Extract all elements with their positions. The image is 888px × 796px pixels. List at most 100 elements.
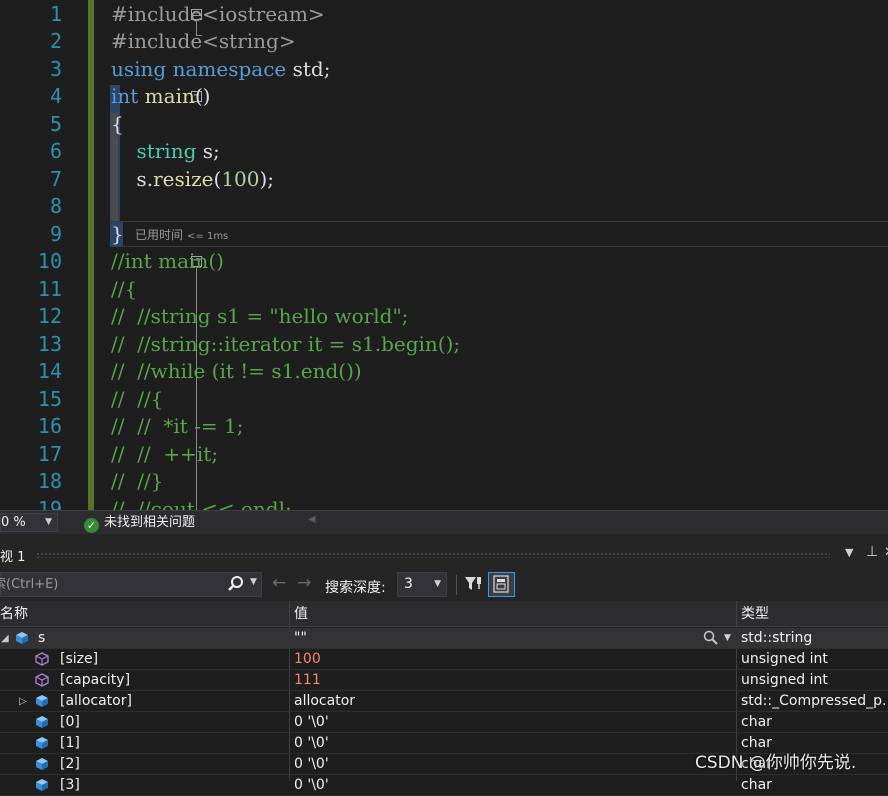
code-line: #include<string>: [111, 28, 888, 55]
type-cell: std::string: [741, 630, 813, 646]
name-cell: [2]: [0, 754, 289, 775]
value-cell[interactable]: 100: [294, 649, 732, 670]
variable-name: [3]: [60, 777, 80, 793]
name-cell: [1]: [0, 733, 289, 754]
number-literal: 100: [221, 167, 260, 191]
hex-icon: [493, 575, 509, 593]
table-row[interactable]: [0] 0 '\0' char: [0, 712, 888, 733]
variable-icon: [36, 695, 48, 707]
comment-line: // //{: [111, 387, 164, 411]
line-number: 9: [49, 222, 62, 246]
check-circle-icon: ✓: [84, 518, 99, 533]
line-number-gutter: 1 2 3 4 5 6 7 8 9 10 11 12 13 14 15 16 1…: [0, 0, 66, 510]
search-box: ▼: [0, 572, 262, 597]
value-cell[interactable]: 0 '\0': [294, 754, 732, 775]
value-cell[interactable]: 0 '\0': [294, 712, 732, 733]
variable-icon: [16, 632, 28, 644]
column-header-name[interactable]: 名称: [0, 601, 28, 627]
type-name: string: [136, 139, 197, 163]
table-row[interactable]: ◢ s "" ▼ std::string: [0, 628, 888, 649]
search-depth-value: 3: [404, 576, 413, 592]
line-number: 5: [49, 112, 62, 136]
name-cell: [3]: [0, 775, 289, 796]
perf-tip-label: 已用时间: [135, 228, 184, 242]
chevron-down-icon[interactable]: ▼: [724, 628, 731, 649]
chevron-down-icon: ▼: [434, 579, 441, 589]
column-header-value[interactable]: 值: [294, 601, 308, 627]
variable-name: s: [38, 630, 46, 646]
code-text-area[interactable]: #include<iostream> #include<string> usin…: [111, 0, 888, 510]
line-number: 15: [37, 387, 62, 411]
close-icon[interactable]: ✕: [884, 545, 888, 560]
search-depth-label: 搜索深度:: [325, 580, 386, 596]
watch-title-bar[interactable]: 视 1 ▼ ⊥ ✕: [0, 543, 888, 565]
search-input[interactable]: [0, 573, 213, 596]
code-token: (): [194, 84, 211, 108]
code-token: std;: [286, 57, 331, 81]
filter-pin-icon[interactable]: [463, 574, 483, 594]
line-number: 6: [49, 139, 62, 163]
watermark: CSDN @你帅你先说.: [695, 753, 857, 773]
table-row[interactable]: [size] 100 unsigned int: [0, 649, 888, 670]
perf-tip-value: <= 1ms: [187, 231, 229, 242]
chevron-down-icon[interactable]: ▼: [250, 577, 257, 587]
table-row[interactable]: ▷ [allocator] allocator std::_Compressed…: [0, 691, 888, 712]
code-token: s.: [111, 167, 154, 191]
type-cell: char: [741, 777, 772, 793]
comment-line: //{: [111, 277, 138, 301]
line-number: 11: [37, 277, 62, 301]
variable-icon: [36, 737, 48, 749]
line-number: 3: [49, 57, 62, 81]
zoom-dropdown[interactable]: 0 % ▼: [0, 513, 58, 532]
value-cell[interactable]: allocator: [294, 691, 732, 712]
pin-icon[interactable]: ⊥: [866, 544, 878, 560]
property-icon: [35, 673, 49, 687]
value-cell[interactable]: 111: [294, 670, 732, 691]
name-cell: [capacity]: [0, 670, 289, 691]
variable-icon: [36, 758, 48, 770]
code-line: string s;: [111, 138, 888, 165]
perf-tip[interactable]: 已用时间 <= 1ms: [135, 226, 228, 243]
variable-icon: [36, 716, 48, 728]
line-number: 14: [37, 359, 62, 383]
column-header-type[interactable]: 类型: [741, 601, 769, 627]
text-visualizer-icon[interactable]: [703, 630, 719, 646]
value-cell[interactable]: 0 '\0': [294, 733, 732, 754]
type-cell: std::_Compressed_p...: [741, 693, 888, 709]
keyword: int: [111, 84, 139, 108]
line-number: 10: [37, 249, 62, 273]
arrow-right-icon[interactable]: →: [297, 573, 311, 593]
watch-window: 视 1 ▼ ⊥ ✕ ▼ ← → 搜索深度: 3 ▼: [0, 534, 888, 796]
comment-line: // //string::iterator it = s1.begin();: [111, 332, 461, 356]
function-name: main: [138, 84, 195, 108]
issues-indicator[interactable]: ✓ 未找到相关问题: [84, 513, 195, 533]
line-number: 13: [37, 332, 62, 356]
line-number: 7: [49, 167, 62, 191]
name-cell: ◢ s: [0, 628, 289, 649]
outlining-margin: − − −: [94, 0, 202, 510]
window-menu-icon[interactable]: ▼: [845, 546, 853, 559]
arrow-left-icon[interactable]: ←: [272, 573, 286, 593]
scroll-left-icon[interactable]: ◀: [308, 514, 316, 525]
table-row[interactable]: [capacity] 111 unsigned int: [0, 670, 888, 691]
comment-line: // //while (it != s1.end()): [111, 359, 362, 383]
zoom-value: 0 %: [1, 515, 26, 530]
keyword: namespace: [172, 57, 287, 81]
watch-title: 视 1: [0, 550, 26, 565]
search-icon[interactable]: [227, 575, 245, 593]
value-cell[interactable]: "": [294, 628, 732, 649]
comment-line: // //}: [111, 469, 164, 493]
table-row[interactable]: [3] 0 '\0' char: [0, 775, 888, 796]
variable-name: [allocator]: [60, 693, 132, 709]
variable-name: [0]: [60, 714, 80, 730]
hex-display-button[interactable]: [488, 572, 515, 597]
line-number: 17: [37, 442, 62, 466]
expand-arrow-icon[interactable]: ▷: [19, 691, 27, 712]
value-cell[interactable]: 0 '\0': [294, 775, 732, 796]
comment-line: // // ++it;: [111, 442, 219, 466]
collapse-arrow-icon[interactable]: ◢: [1, 628, 9, 649]
code-editor[interactable]: 1 2 3 4 5 6 7 8 9 10 11 12 13 14 15 16 1…: [0, 0, 888, 510]
chevron-down-icon: ▼: [45, 517, 52, 527]
search-depth-dropdown[interactable]: 3 ▼: [397, 572, 447, 597]
